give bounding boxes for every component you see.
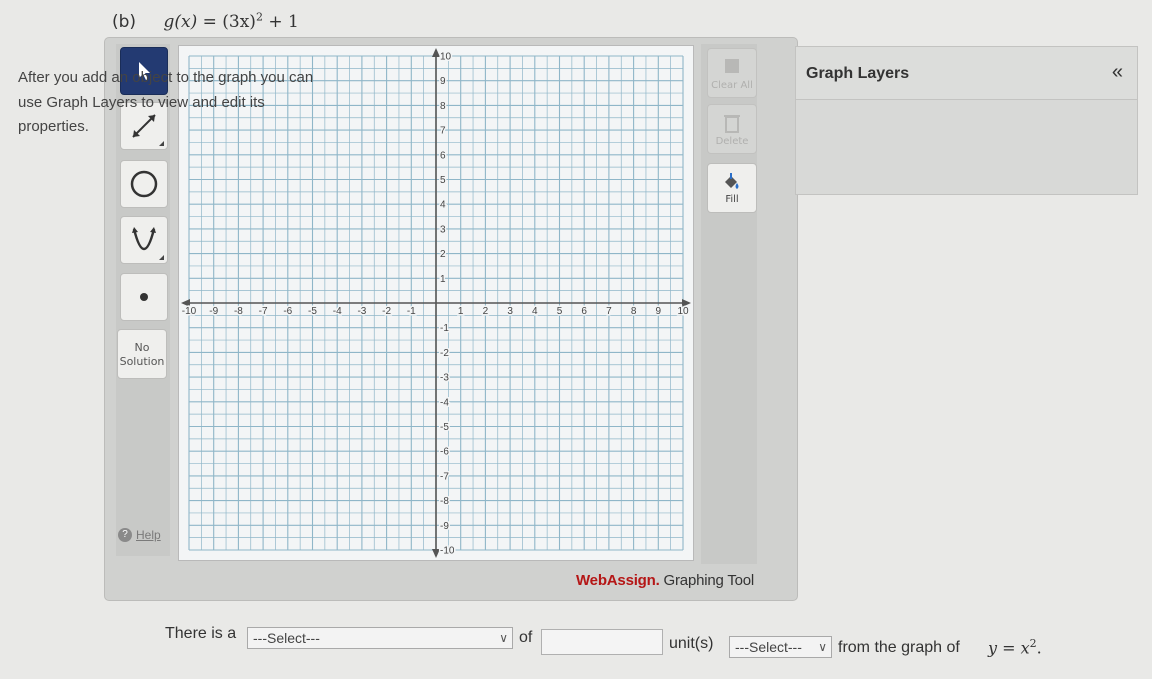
point-tool-button[interactable] <box>120 273 168 321</box>
no-solution-button[interactable]: No Solution <box>117 329 167 379</box>
y-tick-label: 7 <box>440 126 446 137</box>
parent-function: y = x2. <box>988 637 1042 657</box>
x-tick-label: 2 <box>483 306 489 317</box>
y-tick-label: 2 <box>440 249 446 260</box>
y-tick-label: 4 <box>440 200 446 211</box>
x-tick-label: -4 <box>333 306 342 317</box>
help-label: Help <box>136 528 161 542</box>
submenu-corner-icon <box>159 255 164 260</box>
exponent: 2 <box>255 10 263 23</box>
graphing-tool-label: Graphing Tool <box>663 572 755 589</box>
y-tick-label: -10 <box>440 546 455 557</box>
y-tick-label: 9 <box>440 76 446 87</box>
units-amount-input[interactable] <box>541 629 663 655</box>
delete-label: Delete <box>715 135 749 147</box>
y-tick-label: -4 <box>440 397 449 408</box>
position-select-value: ---Select--- <box>735 639 802 655</box>
base-expression: (3x) <box>222 11 256 32</box>
x-tick-label: -8 <box>234 306 243 317</box>
x-tick-label: 1 <box>458 306 464 317</box>
x-tick-label: 10 <box>677 306 689 317</box>
fill-label: Fill <box>725 193 739 205</box>
of-label: of <box>519 629 533 646</box>
parent-x: x <box>1020 638 1030 658</box>
no-solution-line1: No <box>134 341 150 354</box>
paint-bucket-icon <box>725 172 739 189</box>
x-tick-label: -2 <box>382 306 391 317</box>
problem-statement: (b) g(x) = (3x)2 + 1 <box>112 10 299 32</box>
graph-layers-header: Graph Layers « <box>796 47 1137 100</box>
x-tick-label: 9 <box>656 306 662 317</box>
function-expression: g(x) = (3x)2 + 1 <box>163 10 299 32</box>
y-tick-label: -7 <box>440 471 449 482</box>
y-tick-label: -2 <box>440 348 449 359</box>
y-tick-label: -3 <box>440 373 449 384</box>
parent-y: y <box>988 638 998 658</box>
delete-button[interactable]: Delete <box>707 104 757 154</box>
y-tick-label: -9 <box>440 521 449 532</box>
graph-layers-description: After you add an object to the graph you… <box>18 69 314 135</box>
brand-caption: WebAssign. Graphing Tool <box>576 572 754 589</box>
y-tick-label: 6 <box>440 150 446 161</box>
clear-all-label: Clear All <box>711 79 753 91</box>
graph-layers-title: Graph Layers <box>806 65 910 82</box>
x-tick-label: 7 <box>606 306 612 317</box>
x-tick-label: -6 <box>283 306 292 317</box>
constant-term: + 1 <box>268 11 299 32</box>
x-tick-label: -9 <box>209 306 218 317</box>
parent-equals: = <box>1002 638 1016 658</box>
x-tick-label: -5 <box>308 306 317 317</box>
units-label: unit(s) <box>669 635 714 652</box>
x-tick-label: 3 <box>507 306 513 317</box>
parent-exponent: 2 <box>1029 637 1037 650</box>
direction-select[interactable]: ---Select--- ∨ <box>247 627 513 649</box>
point-icon <box>140 293 148 301</box>
fill-button[interactable]: Fill <box>707 163 757 213</box>
y-tick-label: 8 <box>440 101 446 112</box>
help-link[interactable]: ? Help <box>118 528 161 542</box>
answer-prefix: There is a <box>165 625 237 642</box>
webassign-logo: WebAssign. <box>576 572 660 589</box>
submenu-corner-icon <box>159 141 164 146</box>
x-tick-label: 4 <box>532 306 538 317</box>
y-tick-label: 5 <box>440 175 446 186</box>
collapse-panel-icon[interactable]: « <box>1112 61 1123 84</box>
x-tick-label: -3 <box>357 306 366 317</box>
chevron-down-icon: ∨ <box>818 640 827 654</box>
y-tick-label: -5 <box>440 422 449 433</box>
y-tick-label: 3 <box>440 224 446 235</box>
x-tick-label: 5 <box>557 306 563 317</box>
trash-icon <box>724 114 740 133</box>
circle-icon <box>130 170 158 198</box>
function-name: g(x) <box>163 11 198 32</box>
y-tick-label: 1 <box>440 274 446 285</box>
position-select[interactable]: ---Select--- ∨ <box>729 636 832 658</box>
y-tick-label: -8 <box>440 496 449 507</box>
y-tick-label: -1 <box>440 323 449 334</box>
circle-tool-button[interactable] <box>120 160 168 208</box>
x-tick-label: -10 <box>182 306 197 317</box>
eraser-icon <box>725 58 739 73</box>
y-tick-label: 10 <box>440 52 452 63</box>
help-icon: ? <box>118 528 132 542</box>
graph-layers-panel: Graph Layers « <box>795 46 1138 195</box>
y-axis-arrow-down-icon <box>432 549 440 558</box>
part-label: (b) <box>112 11 137 32</box>
parabola-tool-button[interactable] <box>120 216 168 264</box>
equals-sign: = <box>202 11 217 32</box>
answer-suffix: from the graph of <box>838 639 960 656</box>
x-tick-label: -7 <box>259 306 268 317</box>
direction-select-value: ---Select--- <box>253 630 320 646</box>
y-axis-arrow-up-icon <box>432 48 440 57</box>
x-tick-label: -1 <box>407 306 416 317</box>
chevron-down-icon: ∨ <box>499 631 508 645</box>
parabola-icon <box>132 227 156 251</box>
x-tick-label: 6 <box>581 306 587 317</box>
answer-sentence: There is a ---Select--- ∨ of unit(s) ---… <box>165 625 1145 658</box>
x-tick-label: 8 <box>631 306 637 317</box>
no-solution-line2: Solution <box>119 355 165 368</box>
clear-all-button[interactable]: Clear All <box>707 48 757 98</box>
parent-period: . <box>1036 638 1042 658</box>
y-tick-label: -6 <box>440 447 449 458</box>
